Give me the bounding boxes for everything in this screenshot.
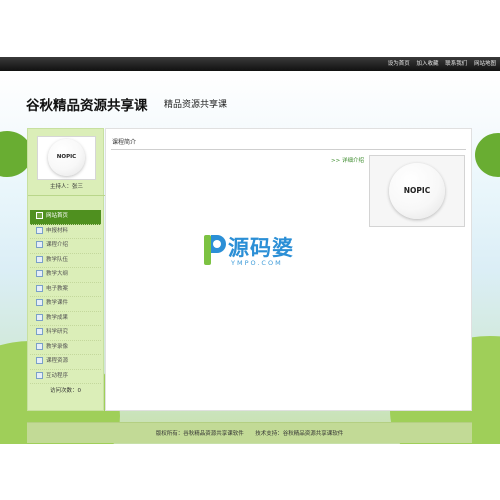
menu-item-achievements[interactable]: 教学成果 — [30, 312, 101, 326]
menu-item-label: 教学大纲 — [46, 271, 69, 277]
section-divider — [111, 149, 466, 150]
menu-item-research[interactable]: 科学研究 — [30, 326, 101, 341]
page-icon — [36, 241, 43, 248]
page-icon — [36, 357, 43, 364]
menu-item-label: 电子教案 — [46, 285, 69, 292]
page-icon — [36, 255, 43, 263]
page-icon — [36, 313, 43, 321]
page-icon — [36, 371, 43, 379]
sidebar-divider — [28, 195, 105, 196]
site-title: 谷秋精品资源共享课 — [26, 98, 148, 114]
page-icon — [36, 284, 43, 292]
add-favorite-link[interactable]: 加入收藏 — [416, 61, 438, 67]
watermark-domain: YMPO.COM — [231, 259, 283, 267]
visit-counter: 访问次数：0 — [50, 388, 81, 394]
menu-item-interactive[interactable]: 互动程序 — [30, 370, 101, 384]
footer-text: 版权所有：谷秋精品资源共享课软件 技术支持：谷秋精品资源共享课软件 — [27, 429, 472, 437]
menu-item-courseware[interactable]: 教学课件 — [30, 297, 101, 312]
sidebar: NOPIC 主持人：张三 网站首页 申报材料 课程介绍 教学队伍 教学大纲 电子… — [27, 128, 105, 411]
set-homepage-link[interactable]: 设为首页 — [388, 61, 410, 67]
menu-item-label: 教学录像 — [46, 343, 69, 350]
detail-link[interactable]: >> 详细介绍 — [331, 156, 364, 164]
menu-item-label: 教学队伍 — [46, 256, 69, 263]
menu-item-course-intro[interactable]: 课程介绍 — [30, 239, 101, 254]
page-icon — [36, 226, 43, 234]
menu-item-label: 科学研究 — [46, 329, 69, 335]
page-icon — [36, 342, 43, 350]
site-map-link[interactable]: 网站地图 — [474, 61, 496, 67]
menu-item-teaching-team[interactable]: 教学队伍 — [30, 254, 101, 268]
course-photo-placeholder: NOPIC — [389, 163, 445, 219]
avatar-frame: NOPIC — [37, 136, 96, 180]
footer-support: 技术支持：谷秋精品资源共享课软件 — [255, 431, 344, 437]
menu-item-application[interactable]: 申报材料 — [30, 225, 101, 239]
menu-item-lesson-plans[interactable]: 电子教案 — [30, 283, 101, 297]
page-icon — [36, 270, 43, 277]
menu-item-label: 互动程序 — [46, 372, 69, 379]
menu-item-syllabus[interactable]: 教学大纲 — [30, 268, 101, 283]
contact-us-link[interactable]: 联系我们 — [445, 61, 467, 67]
menu-item-label: 网站首页 — [46, 213, 69, 219]
menu-item-label: 教学成果 — [46, 314, 69, 321]
footer: 版权所有：谷秋精品资源共享课软件 技术支持：谷秋精品资源共享课软件 — [27, 422, 472, 443]
menu-item-label: 课程介绍 — [46, 242, 69, 248]
watermark: 源码婆 YMPO.COM — [203, 233, 293, 271]
watermark-text: 源码婆 — [228, 236, 294, 260]
course-photo-placeholder-text: NOPIC — [403, 186, 431, 195]
content-panel: 课程简介 >> 详细介绍 NOPIC — [105, 128, 472, 411]
owner-label: 主持人：张三 — [49, 184, 83, 190]
course-photo-frame: NOPIC — [369, 155, 465, 227]
menu-item-home[interactable]: 网站首页 — [30, 210, 101, 225]
menu-item-label: 教学课件 — [46, 300, 69, 306]
watermark-logo-icon — [204, 235, 226, 265]
site-subtitle: 精品资源共享课 — [164, 100, 228, 110]
top-links: 设为首页 加入收藏 联系我们 网站地图 — [383, 59, 496, 67]
page-icon — [36, 299, 43, 306]
top-bar: 设为首页 加入收藏 联系我们 网站地图 — [0, 57, 500, 71]
tree-right — [475, 133, 500, 177]
sidebar-menu: 网站首页 申报材料 课程介绍 教学队伍 教学大纲 电子教案 教学课件 教学成果 … — [30, 210, 101, 384]
page-icon — [36, 212, 43, 219]
footer-copyright: 版权所有：谷秋精品资源共享课软件 — [155, 431, 244, 437]
menu-item-label: 申报材料 — [46, 227, 69, 234]
menu-item-videos[interactable]: 教学录像 — [30, 341, 101, 355]
section-heading: 课程简介 — [112, 139, 137, 146]
menu-item-label: 课程资源 — [46, 358, 69, 364]
avatar-placeholder: NOPIC — [48, 139, 85, 176]
page-icon — [36, 328, 43, 335]
menu-item-resources[interactable]: 课程资源 — [30, 355, 101, 370]
avatar-placeholder-text: NOPIC — [56, 154, 77, 160]
